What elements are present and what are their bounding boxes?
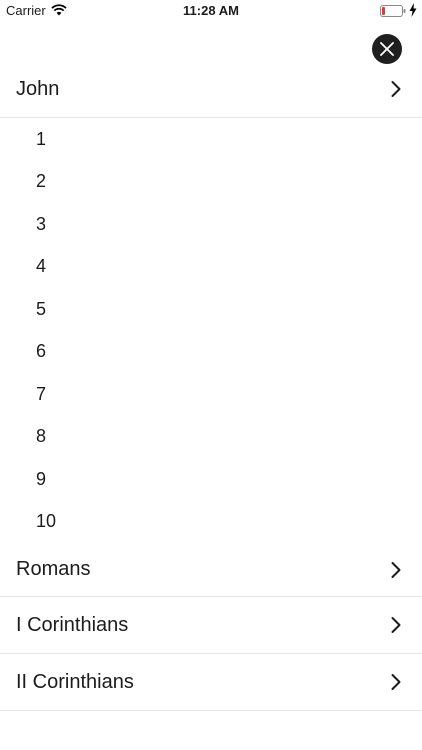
- chapter-list: 1 2 3 4 5 6 7 8 9 10: [0, 118, 422, 543]
- book-label: II Corinthians: [16, 670, 134, 693]
- book-row-john[interactable]: John: [0, 61, 422, 118]
- chapter-row[interactable]: 3: [0, 203, 422, 246]
- chevron-right-icon: [391, 674, 401, 690]
- battery-low-icon: [380, 5, 406, 17]
- book-list: John 1 2 3 4 5 6 7 8 9 10 Romans I Corin…: [0, 61, 422, 711]
- close-icon: [380, 42, 394, 56]
- bolt-icon: [409, 3, 417, 17]
- chapter-row[interactable]: 2: [0, 161, 422, 204]
- book-row-ii-corinthians[interactable]: II Corinthians: [0, 654, 422, 711]
- chapter-row[interactable]: 8: [0, 416, 422, 459]
- chevron-right-icon: [391, 617, 401, 633]
- book-label: John: [16, 77, 60, 100]
- chapter-row[interactable]: 1: [0, 118, 422, 161]
- chapter-row[interactable]: 10: [0, 501, 422, 544]
- status-bar: Carrier 11:28 AM: [0, 0, 422, 22]
- chapter-row[interactable]: 5: [0, 288, 422, 331]
- chapter-row[interactable]: 6: [0, 331, 422, 374]
- book-row-i-corinthians[interactable]: I Corinthians: [0, 597, 422, 654]
- book-label: Romans: [16, 558, 91, 580]
- screen: Carrier 11:28 AM John 1 2 3 4 5 6 7 8 9 …: [0, 0, 422, 750]
- chapter-row[interactable]: 7: [0, 373, 422, 416]
- chevron-right-icon: [391, 561, 401, 578]
- close-button[interactable]: [372, 34, 402, 64]
- book-label: I Corinthians: [16, 613, 129, 636]
- chapter-row[interactable]: 9: [0, 458, 422, 501]
- chevron-right-icon: [391, 81, 401, 97]
- status-time: 11:28 AM: [183, 3, 239, 18]
- chapter-row[interactable]: 4: [0, 246, 422, 289]
- book-row-romans[interactable]: Romans: [0, 543, 422, 597]
